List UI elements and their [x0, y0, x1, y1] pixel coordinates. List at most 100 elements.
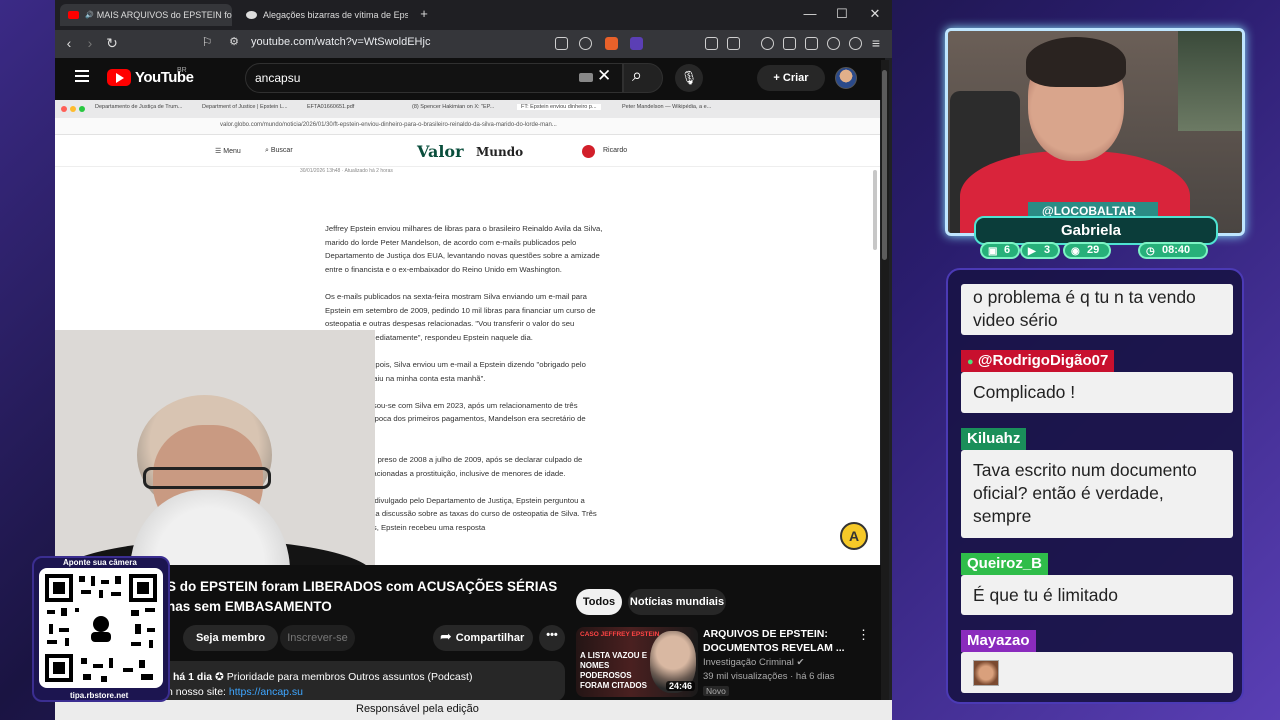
- chip-noticias-mundiais[interactable]: Notícias mundiais: [628, 589, 726, 615]
- subscribe-button[interactable]: Inscrever-se: [280, 625, 355, 651]
- vpn-icon[interactable]: [849, 37, 862, 50]
- cam-background-window: [1178, 31, 1242, 131]
- new-badge: Novo: [703, 686, 729, 696]
- hamburger-menu-icon[interactable]: [75, 70, 89, 82]
- qr-code-graphic: [45, 574, 157, 682]
- kebab-menu-icon[interactable]: ⋮: [857, 627, 870, 643]
- share-icon[interactable]: [579, 37, 592, 50]
- country-code: BR: [177, 67, 187, 74]
- brave-rewards-icon[interactable]: [630, 37, 643, 50]
- upload-time: há 1 dia: [173, 671, 213, 683]
- host-webcam: [55, 330, 375, 565]
- brave-shield-icon[interactable]: [605, 37, 618, 50]
- valor-user-name: Ricardo: [603, 147, 628, 154]
- inner-tab-strip: Departamento de Justiça de Trum... Depar…: [55, 100, 880, 118]
- stat-twitch: ◉ 29: [1063, 242, 1111, 259]
- tab-strip: 🔊 MAIS ARQUIVOS do EPSTEIN foram ✕ Alega…: [55, 0, 892, 30]
- chat-message: [961, 652, 1233, 693]
- inner-address-bar: valor.globo.com/mundo/noticia/2026/01/30…: [55, 118, 880, 135]
- chat-icon: ▣: [988, 246, 998, 257]
- music-icon[interactable]: [761, 37, 774, 50]
- tab-title: MAIS ARQUIVOS do EPSTEIN foram: [96, 10, 232, 20]
- chat-username: Mayazao: [961, 630, 1036, 652]
- thumb-caption: CASO JEFFREY EPSTEIN: [580, 631, 660, 638]
- clear-search-icon[interactable]: ✕: [597, 66, 611, 86]
- qr-bottom-label: tipa.rbstore.net: [70, 691, 129, 700]
- menu-icon[interactable]: ≡: [867, 35, 885, 51]
- brazil-flag-icon: ●: [967, 356, 974, 368]
- qr-top-label: Aponte sua câmera: [63, 558, 137, 567]
- cast-icon[interactable]: [555, 37, 568, 50]
- microphone-icon[interactable]: 🎙: [675, 64, 703, 92]
- description-meta: há 1 dia ✪ Prioridade para membros Outro…: [173, 671, 472, 683]
- reload-icon[interactable]: ↻: [103, 35, 121, 52]
- streamer-name: Gabriela: [1061, 222, 1122, 239]
- chat-message: o problema é q tu n ta vendo video sério: [961, 284, 1233, 335]
- create-button[interactable]: + Criar: [757, 65, 825, 91]
- thumb-headline: A LISTA VAZOU E NOMES PODEROSOS FORAM CI…: [580, 651, 648, 690]
- recommended-thumbnail[interactable]: CASO JEFFREY EPSTEIN A LISTA VAZOU E NOM…: [576, 627, 698, 697]
- emote-image: [973, 660, 999, 686]
- mac-close-icon: [61, 106, 67, 112]
- site-link[interactable]: https://ancap.su: [229, 686, 303, 698]
- screenshot-icon[interactable]: [727, 37, 740, 50]
- inner-url: valor.globo.com/mundo/noticia/2026/01/30…: [220, 122, 557, 128]
- valor-menu-label: Menu: [223, 148, 241, 155]
- wallet-icon[interactable]: [805, 37, 818, 50]
- ancap-badge-icon: A: [840, 522, 868, 550]
- video-player[interactable]: Departamento de Justiça de Trum... Depar…: [55, 100, 880, 565]
- stat-value: 3: [1044, 244, 1051, 256]
- inner-tab: Peter Mandelson — Wikipédia, a e...: [622, 104, 712, 110]
- url-text[interactable]: youtube.com/watch?v=WtSwoldEHjc: [251, 36, 430, 48]
- page-scroll-thumb[interactable]: [882, 70, 887, 260]
- youtube-logo-icon[interactable]: [107, 69, 131, 86]
- search-input[interactable]: ancapsu: [255, 71, 300, 85]
- tab-alegacoes[interactable]: Alegações bizarras de vítima de Epstein …: [238, 4, 408, 26]
- close-window-button[interactable]: ✕: [865, 6, 885, 22]
- search-box[interactable]: [245, 63, 623, 93]
- inner-tab: Department of Justice | Epstein L...: [202, 104, 288, 110]
- chip-todos[interactable]: Todos: [576, 589, 622, 615]
- video-info-area: S do EPSTEIN foram LIBERADOS com ACUSAÇÕ…: [55, 565, 885, 701]
- search-icon[interactable]: ⌕: [632, 65, 642, 86]
- youtube-favicon-icon: [68, 11, 79, 19]
- tab-title: Alegações bizarras de vítima de Epstein …: [263, 10, 408, 20]
- forward-icon[interactable]: ›: [81, 35, 99, 51]
- chat-message: Tava escrito num documento oficial? entã…: [961, 450, 1233, 538]
- ai-icon[interactable]: [827, 37, 840, 50]
- minimize-button[interactable]: —: [800, 6, 820, 21]
- keyboard-icon[interactable]: [579, 73, 593, 82]
- valor-logo: Valor: [417, 142, 464, 161]
- inner-tab: Departamento de Justiça de Trum...: [95, 104, 183, 110]
- search-button[interactable]: [623, 63, 663, 93]
- tab-youtube[interactable]: 🔊 MAIS ARQUIVOS do EPSTEIN foram ✕: [60, 4, 232, 26]
- join-button[interactable]: Seja membro: [183, 625, 278, 651]
- recommended-title[interactable]: ARQUIVOS DE EPSTEIN: DOCUMENTOS REVELAM …: [703, 627, 863, 655]
- channel-name: Investigação Criminal: [703, 657, 794, 668]
- article-paragraph: Jeffrey Epstein enviou milhares de libra…: [325, 224, 603, 274]
- bookmark-icon[interactable]: ⚐: [198, 35, 216, 49]
- mac-zoom-icon: [79, 106, 85, 112]
- stat-youtube: ▶ 3: [1020, 242, 1060, 259]
- username-text: @RodrigoDigão07: [977, 352, 1109, 369]
- maximize-button[interactable]: ☐: [832, 6, 852, 22]
- stat-value: 08:40: [1162, 244, 1191, 256]
- mac-minimize-icon: [70, 106, 76, 112]
- chat-message: Complicado !: [961, 372, 1233, 413]
- create-label: Criar: [782, 72, 809, 84]
- new-tab-button[interactable]: +: [414, 6, 434, 21]
- account-avatar[interactable]: [835, 67, 857, 89]
- sidebar-icon[interactable]: [783, 37, 796, 50]
- description-prefix: n nosso site:: [167, 686, 229, 698]
- recommended-channel[interactable]: Investigação Criminal ✔: [703, 657, 804, 668]
- inner-scrollbar: [873, 170, 877, 250]
- back-icon[interactable]: ‹: [60, 35, 78, 51]
- extensions-icon[interactable]: [705, 37, 718, 50]
- verified-icon: ✔: [796, 657, 805, 668]
- address-bar: ‹ › ↻ ⚐ ⚙ youtube.com/watch?v=WtSwoldEHj…: [55, 30, 892, 58]
- stat-value: 6: [1004, 244, 1011, 256]
- valor-user-avatar: [582, 145, 595, 158]
- more-actions-button[interactable]: •••: [539, 625, 565, 651]
- streamer-hair: [1026, 37, 1126, 87]
- site-info-icon[interactable]: ⚙: [225, 35, 243, 48]
